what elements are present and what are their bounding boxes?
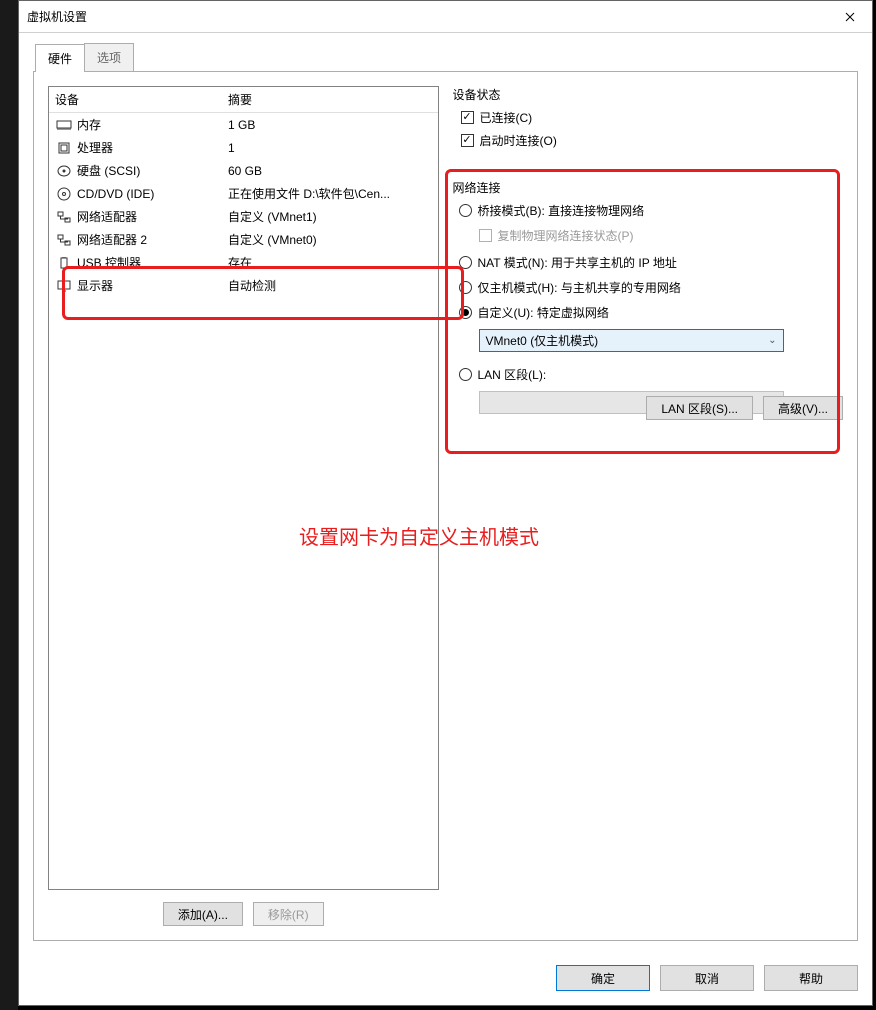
cd-icon [55,186,73,202]
device-row-memory[interactable]: 内存 1 GB [49,113,438,136]
device-row-cddvd[interactable]: CD/DVD (IDE) 正在使用文件 D:\软件包\Cen... [49,182,438,205]
network-icon [55,232,73,248]
lanseg-label: LAN 区段(L): [478,366,547,383]
radio-nat[interactable] [459,256,472,269]
dialog-body: 硬件 选项 设备 摘要 内存 1 GB 处理器 1 [19,33,872,955]
close-button[interactable] [827,1,872,32]
connected-label: 已连接(C) [480,109,533,126]
device-list: 设备 摘要 内存 1 GB 处理器 1 硬盘 (SCSI) 60 GB [48,86,439,890]
device-name: 网络适配器 [77,208,137,225]
left-column: 设备 摘要 内存 1 GB 处理器 1 硬盘 (SCSI) 60 GB [48,86,439,926]
usb-icon [55,255,73,271]
hostonly-label: 仅主机模式(H): 与主机共享的专用网络 [478,279,681,296]
radio-custom-row[interactable]: 自定义(U): 特定虚拟网络 [459,304,844,321]
add-button[interactable]: 添加(A)... [163,902,243,926]
connected-checkbox-row[interactable]: 已连接(C) [461,109,844,126]
device-name: USB 控制器 [77,254,141,271]
connect-poweron-checkbox-row[interactable]: 启动时连接(O) [461,132,844,149]
device-summary: 1 GB [228,118,434,132]
bridged-label: 桥接模式(B): 直接连接物理网络 [478,202,645,219]
custom-vmnet-value: VMnet0 (仅主机模式) [486,332,599,349]
radio-bridged[interactable] [459,204,472,217]
nat-label: NAT 模式(N): 用于共享主机的 IP 地址 [478,254,677,271]
device-summary: 1 [228,141,434,155]
device-row-disk[interactable]: 硬盘 (SCSI) 60 GB [49,159,438,182]
display-icon [55,278,73,294]
memory-icon [55,117,73,133]
close-icon [845,12,855,22]
radio-custom[interactable] [459,306,472,319]
device-name: 网络适配器 2 [77,231,147,248]
col-device: 设备 [53,91,228,108]
title-bar: 虚拟机设置 [19,1,872,33]
device-row-cpu[interactable]: 处理器 1 [49,136,438,159]
vm-settings-dialog: 虚拟机设置 硬件 选项 设备 摘要 内存 1 GB [18,0,873,1006]
device-summary: 自定义 (VMnet0) [228,231,434,248]
device-row-netadapter2[interactable]: 网络适配器 2 自定义 (VMnet0) [49,228,438,251]
replicate-checkbox-row: 复制物理网络连接状态(P) [479,227,844,244]
device-state-title: 设备状态 [453,86,844,103]
radio-lanseg-row[interactable]: LAN 区段(L): [459,366,844,383]
network-group: 网络连接 桥接模式(B): 直接连接物理网络 复制物理网络连接状态(P) NAT… [453,173,844,428]
device-summary: 自动检测 [228,277,434,294]
tab-options[interactable]: 选项 [84,43,134,71]
tab-panel: 设备 摘要 内存 1 GB 处理器 1 硬盘 (SCSI) 60 GB [33,71,858,941]
radio-hostonly-row[interactable]: 仅主机模式(H): 与主机共享的专用网络 [459,279,844,296]
chevron-down-icon: ⌄ [768,335,776,346]
advanced-button[interactable]: 高级(V)... [763,396,843,420]
radio-nat-row[interactable]: NAT 模式(N): 用于共享主机的 IP 地址 [459,254,844,271]
device-list-header: 设备 摘要 [49,87,438,113]
tabs: 硬件 选项 [33,43,858,71]
device-summary: 正在使用文件 D:\软件包\Cen... [228,185,434,202]
radio-lanseg[interactable] [459,368,472,381]
ok-button[interactable]: 确定 [556,965,650,991]
device-name: 内存 [77,116,101,133]
device-name: CD/DVD (IDE) [77,187,154,201]
tab-hardware[interactable]: 硬件 [35,44,85,72]
checkbox-replicate [479,229,492,242]
device-row-netadapter1[interactable]: 网络适配器 自定义 (VMnet1) [49,205,438,228]
device-name: 显示器 [77,277,113,294]
cancel-button[interactable]: 取消 [660,965,754,991]
network-extra-buttons: LAN 区段(S)... 高级(V)... [646,396,843,420]
disk-icon [55,163,73,179]
device-summary: 60 GB [228,164,434,178]
right-column: 设备状态 已连接(C) 启动时连接(O) 网络连接 桥接模式(B): 直接连接物… [453,86,844,926]
radio-bridged-row[interactable]: 桥接模式(B): 直接连接物理网络 [459,202,844,219]
cpu-icon [55,140,73,156]
replicate-label: 复制物理网络连接状态(P) [498,227,634,244]
lan-segments-button[interactable]: LAN 区段(S)... [646,396,753,420]
dialog-buttons: 确定 取消 帮助 [19,955,872,1005]
radio-hostonly[interactable] [459,281,472,294]
device-name: 处理器 [77,139,113,156]
checkbox-connected[interactable] [461,111,474,124]
device-row-usb[interactable]: USB 控制器 存在 [49,251,438,274]
device-name: 硬盘 (SCSI) [77,162,140,179]
remove-button: 移除(R) [253,902,324,926]
connect-poweron-label: 启动时连接(O) [480,132,557,149]
add-remove-buttons: 添加(A)... 移除(R) [48,902,439,926]
network-title: 网络连接 [453,179,844,196]
help-button[interactable]: 帮助 [764,965,858,991]
device-summary: 存在 [228,254,434,271]
device-row-display[interactable]: 显示器 自动检测 [49,274,438,297]
custom-vmnet-dropdown[interactable]: VMnet0 (仅主机模式) ⌄ [479,329,784,352]
window-title: 虚拟机设置 [27,8,87,25]
device-summary: 自定义 (VMnet1) [228,208,434,225]
network-icon [55,209,73,225]
custom-label: 自定义(U): 特定虚拟网络 [478,304,609,321]
col-summary: 摘要 [228,91,434,108]
checkbox-connect-poweron[interactable] [461,134,474,147]
